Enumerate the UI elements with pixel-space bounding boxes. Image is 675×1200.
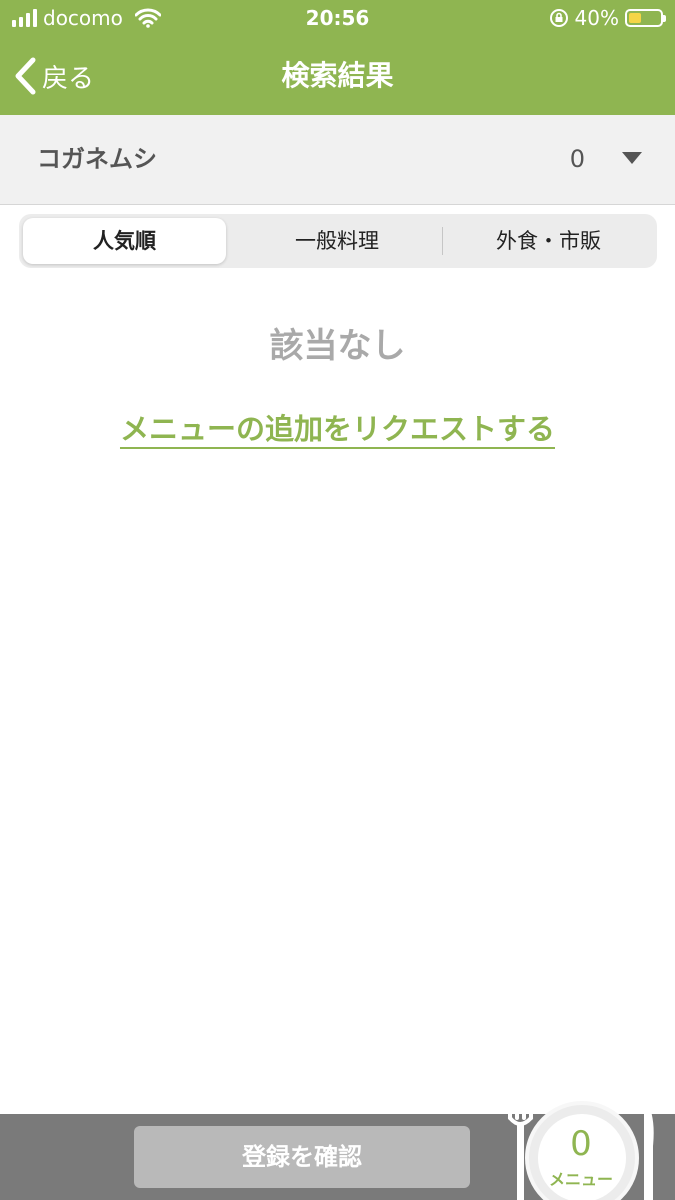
orientation-lock-icon xyxy=(549,9,568,27)
confirm-registration-button[interactable]: 登録を確認 xyxy=(134,1126,470,1188)
tab-divider xyxy=(442,227,443,255)
request-menu-link[interactable]: メニューの追加をリクエストする xyxy=(120,412,555,446)
tab-popular[interactable]: 人気順 xyxy=(23,218,226,264)
page-title: 検索結果 xyxy=(281,59,394,92)
status-right-group: 40% xyxy=(549,6,666,30)
tab-general-dishes[interactable]: 一般料理 xyxy=(234,218,440,264)
menu-plate-button[interactable]: 0 メニュー xyxy=(500,1094,675,1200)
empty-message: 該当なし xyxy=(269,326,406,366)
status-bar: docomo 20:56 40% xyxy=(0,0,675,38)
battery-icon xyxy=(625,9,666,27)
battery-percentage: 40% xyxy=(574,6,619,30)
menu-count: 0 xyxy=(570,1124,592,1164)
search-term: コガネムシ xyxy=(37,145,157,173)
battery-level-fill xyxy=(629,13,641,23)
search-term-dropdown[interactable]: コガネムシ 0 xyxy=(0,115,675,205)
sort-segmented-control: 人気順 一般料理 外食・市販 xyxy=(19,214,657,268)
result-count: 0 xyxy=(569,145,585,173)
navigation-header: docomo 20:56 40% 戻る 検索結果 xyxy=(0,0,675,115)
caret-down-icon[interactable] xyxy=(621,151,643,165)
request-link-row: メニューの追加をリクエストする xyxy=(0,406,675,448)
menu-label: メニュー xyxy=(548,1170,613,1189)
tab-dining-out-retail[interactable]: 外食・市販 xyxy=(444,218,653,264)
